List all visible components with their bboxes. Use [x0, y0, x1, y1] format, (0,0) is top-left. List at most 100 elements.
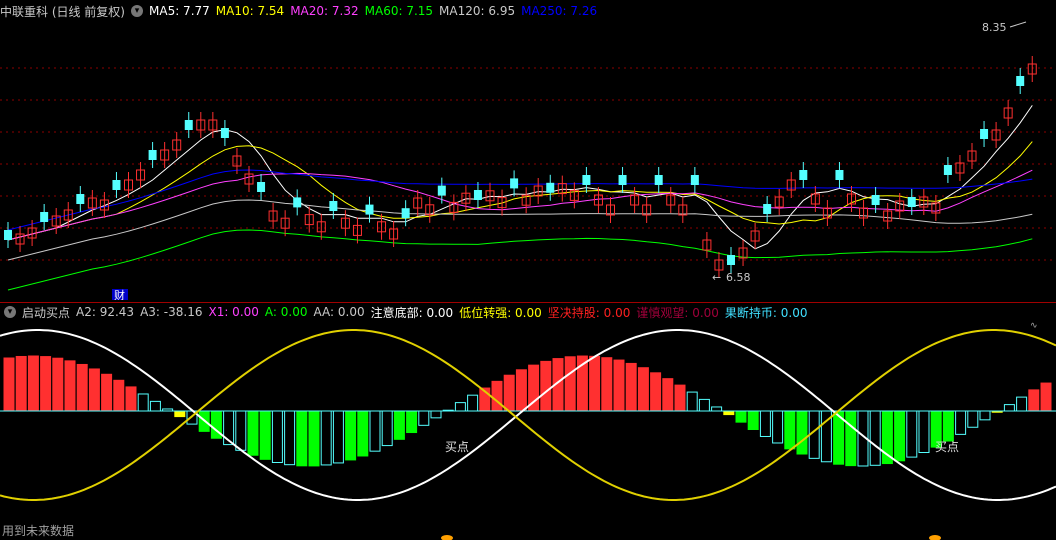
candle-body: [654, 175, 663, 185]
candle-body: [76, 194, 85, 204]
indicator-bar: [198, 410, 210, 432]
indicator-bar: [698, 398, 710, 412]
indicator-bar: [308, 410, 320, 467]
indicator-bar: [503, 374, 515, 412]
indicator-bar: [576, 355, 588, 412]
indicator-bar: [64, 360, 76, 412]
candle-body: [257, 182, 266, 192]
ind-bottom: 注意底部: 0.00: [370, 305, 454, 320]
curve-end-marker: ∿: [1030, 321, 1038, 331]
time-marker: [441, 535, 453, 540]
indicator-bar: [3, 357, 15, 412]
indicator-bar: [442, 409, 454, 412]
indicator-bar: [662, 378, 674, 412]
ind-a: A: 0.00: [264, 305, 308, 319]
low-price-label: 6.58: [726, 271, 751, 284]
indicator-bar: [869, 410, 881, 466]
moving-average-line: [7, 229, 1033, 291]
ind-wait: 谨慎观望: 0.00: [636, 305, 719, 320]
indicator-bar: [406, 410, 418, 434]
indicator-bar: [76, 363, 88, 412]
ind-a3: A3: -38.16: [140, 305, 203, 319]
indicator-bar: [137, 393, 149, 412]
indicator-bar: [613, 359, 625, 412]
buy-point-label: 买点: [445, 440, 469, 454]
indicator-bar: [711, 406, 723, 412]
indicator-name[interactable]: 启动买点: [22, 304, 70, 321]
indicator-bar: [674, 384, 686, 412]
candle-body: [293, 197, 302, 208]
indicator-bar: [759, 410, 771, 437]
candle-body: [907, 197, 916, 207]
candle-body: [510, 178, 519, 189]
indicator-bar: [88, 368, 100, 412]
indicator-bar: [967, 410, 979, 428]
low-arrow-icon: ←: [712, 271, 721, 284]
candle-body: [365, 204, 374, 215]
white-cycle-curve: [0, 329, 1056, 501]
indicator-bar: [906, 410, 918, 458]
time-marker: [929, 535, 941, 540]
indicator-bar: [125, 386, 137, 412]
ind-x1: X1: 0.00: [208, 305, 259, 319]
indicator-bar: [393, 410, 405, 440]
candle-body: [112, 180, 121, 190]
indicator-bar: [881, 410, 893, 465]
indicator-bar: [284, 410, 296, 466]
indicator-bar: [918, 410, 930, 454]
indicator-bar: [381, 410, 393, 447]
indicator-bar: [101, 373, 113, 412]
indicator-bar: [467, 394, 479, 412]
indicator-bar: [27, 355, 39, 412]
indicator-bar: [784, 410, 796, 450]
indicator-bar: [637, 367, 649, 412]
candle-body: [329, 201, 338, 211]
indicator-bar: [454, 402, 466, 412]
indicator-bar: [564, 356, 576, 412]
candle-body: [980, 129, 989, 139]
indicator-bar: [955, 410, 967, 435]
indicator-bar: [772, 410, 784, 444]
indicator-bar: [528, 364, 540, 412]
indicator-bar: [808, 410, 820, 459]
indicator-bar: [113, 379, 125, 412]
chevron-down-icon[interactable]: ▾: [4, 306, 16, 318]
indicator-bar: [942, 410, 954, 442]
ind-cash: 果断持币: 0.00: [724, 305, 808, 320]
indicator-bar: [540, 360, 552, 412]
indicator-bar: [369, 410, 381, 452]
indicator-bar: [174, 410, 186, 418]
indicator-bar: [650, 372, 662, 412]
candle-body: [1016, 76, 1025, 86]
indicator-bar: [979, 410, 991, 421]
candle-body: [473, 190, 482, 200]
candle-body: [437, 185, 446, 196]
high-arrow: [1009, 21, 1027, 28]
indicator-bar: [210, 410, 222, 439]
candle-body: [727, 255, 735, 265]
indicator-bar: [223, 410, 235, 446]
price-candlestick-chart[interactable]: 8.35 ← 6.58 财: [0, 0, 1056, 300]
indicator-bar: [357, 410, 369, 457]
candle-body: [148, 150, 157, 160]
indicator-bar: [686, 391, 698, 412]
indicator-bar: [320, 410, 332, 466]
indicator-bar: [845, 410, 857, 467]
indicator-bar: [1028, 389, 1040, 412]
candle-body: [799, 170, 808, 180]
indicator-bar: [796, 410, 808, 455]
indicator-bar: [857, 410, 869, 467]
indicator-bar: [833, 410, 845, 465]
ind-hold: 坚决持股: 0.00: [547, 305, 631, 320]
indicator-bar: [149, 400, 161, 412]
indicator-bar: [40, 356, 52, 412]
candle-body: [184, 120, 193, 130]
candle-body: [220, 128, 229, 138]
indicator-bar: [271, 410, 283, 464]
high-price-label: 8.35: [982, 21, 1007, 34]
indicator-bar: [162, 408, 174, 412]
ind-turn-strong: 低位转强: 0.00: [459, 305, 542, 320]
candle-body: [582, 175, 591, 185]
candle-body: [401, 208, 410, 219]
future-data-note: 用到未来数据: [2, 524, 75, 538]
